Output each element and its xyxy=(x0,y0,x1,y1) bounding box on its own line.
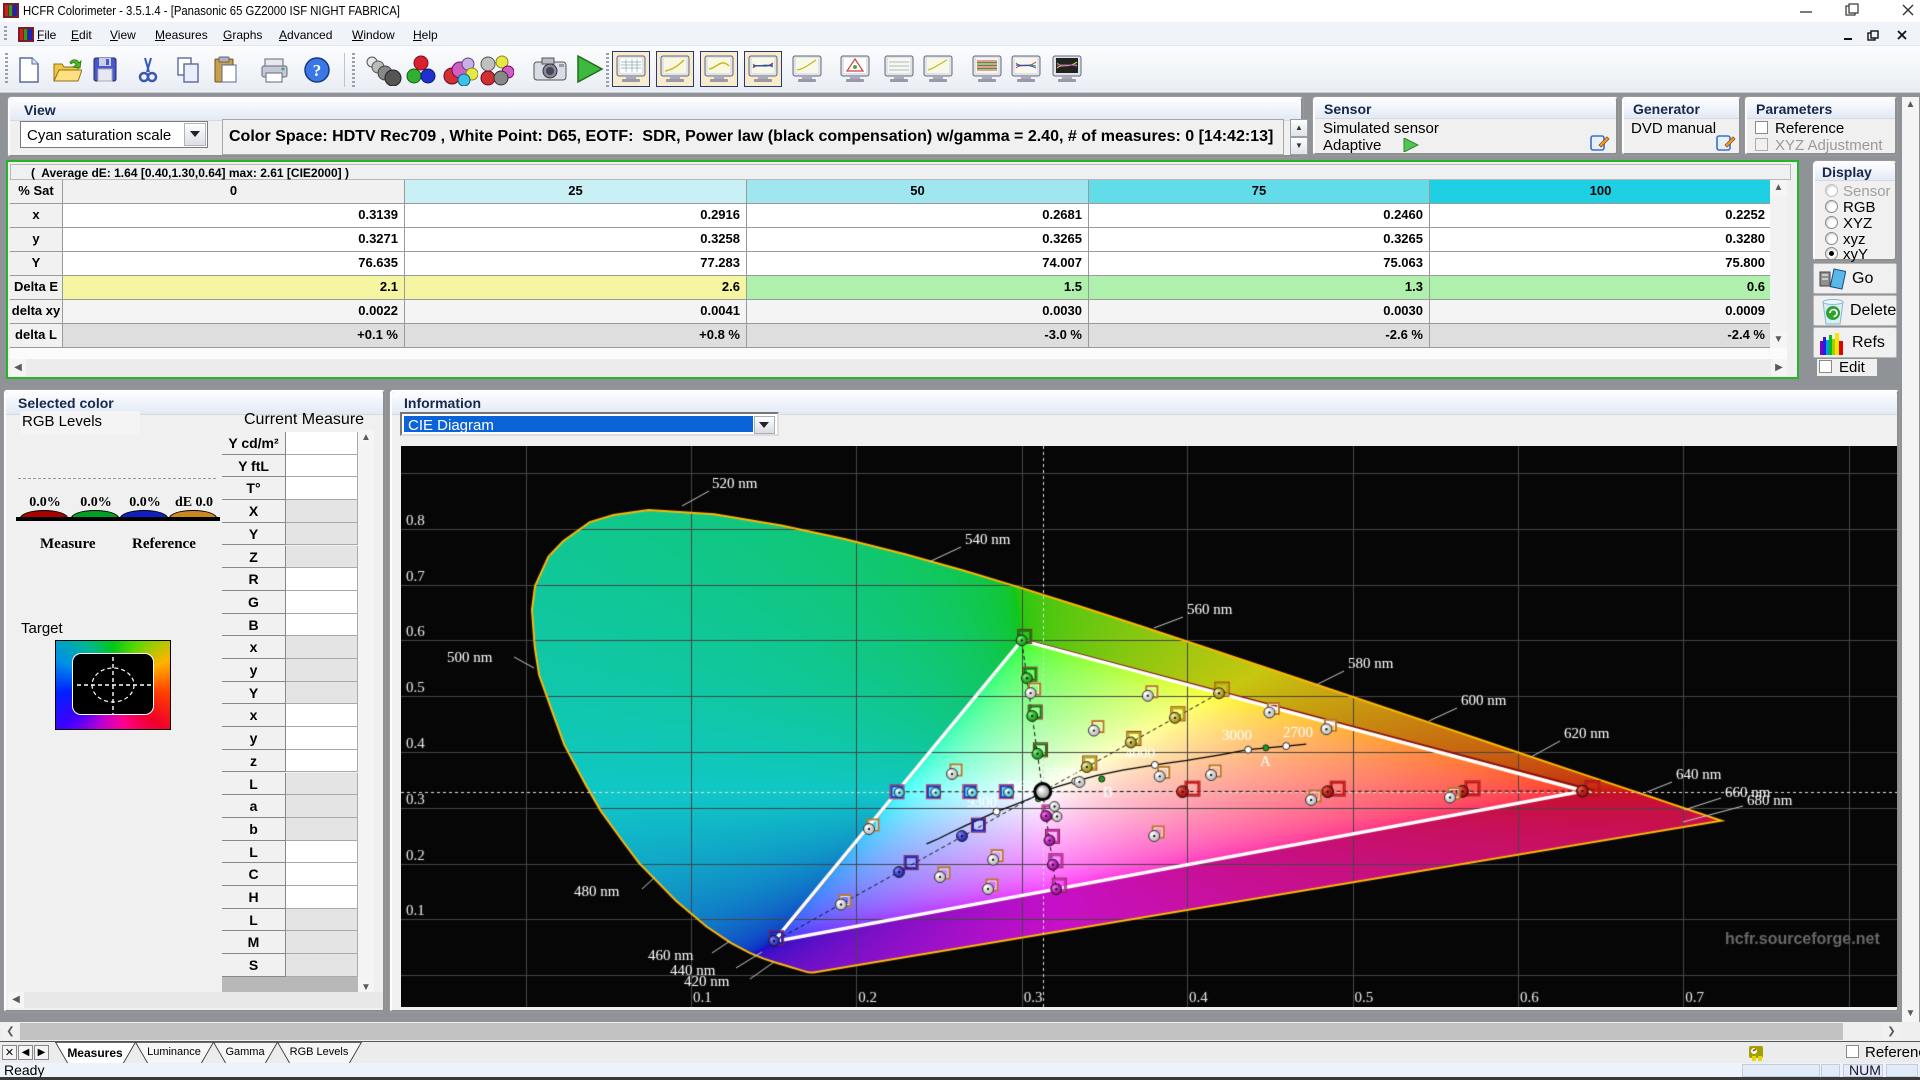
svg-text:?: ? xyxy=(313,61,322,80)
